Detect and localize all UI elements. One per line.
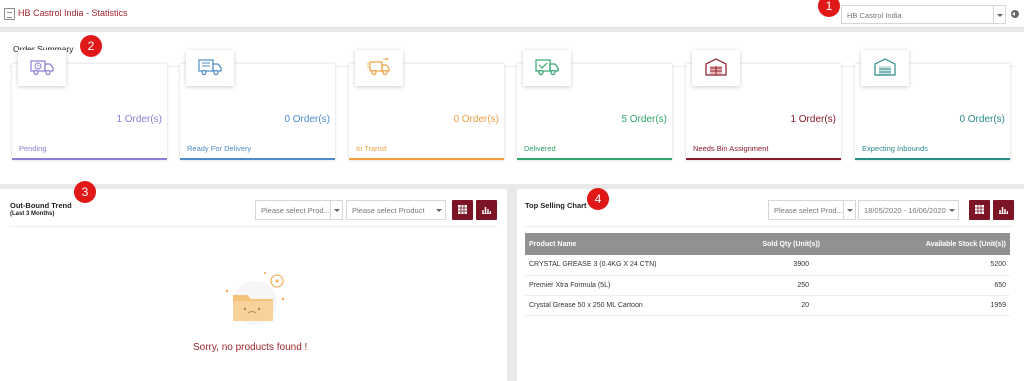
grid-icon — [975, 205, 984, 214]
chart-view-button[interactable] — [993, 200, 1014, 220]
clock-truck-icon — [18, 50, 66, 86]
card-bar — [855, 158, 1010, 160]
product-select-1[interactable]: Please select Prod... — [255, 200, 343, 220]
cell-sold-qty: 250 — [725, 275, 845, 296]
card-label: Delivered — [524, 144, 556, 153]
grid-icon — [458, 205, 467, 214]
card-expecting-inbounds[interactable]: 0 Order(s) Expecting Inbounds — [855, 50, 1010, 160]
warehouse-icon — [692, 50, 740, 86]
marker-4: 4 — [587, 188, 609, 210]
check-truck-icon — [523, 50, 571, 86]
card-bar — [349, 158, 504, 160]
bar-chart-icon — [482, 207, 491, 214]
chart-view-button[interactable] — [476, 200, 497, 220]
card-count: 1 Order(s) — [790, 114, 836, 125]
card-ready-for-delivery[interactable]: 0 Order(s) Ready For Delivery — [180, 50, 335, 160]
card-count: 1 Order(s) — [116, 114, 162, 125]
product-select-1-value: Please select Prod... — [261, 206, 330, 215]
bar-chart-icon — [999, 207, 1008, 214]
table-row[interactable]: CRYSTAL GREASE 3 (0.4KG X 24 CTN) 3900 5… — [525, 255, 1010, 276]
card-count: 0 Order(s) — [959, 114, 1005, 125]
cell-available-stock: 1959 — [845, 295, 1010, 316]
table-row[interactable]: Premier Xtra Formula (5L) 250 650 — [525, 275, 1010, 296]
top-selling-table: Product Name Sold Qty (Unit(s)) Availabl… — [525, 233, 1010, 316]
card-in-transit[interactable]: 0 Order(s) In Transit — [349, 50, 504, 160]
marker-3: 3 — [74, 181, 96, 203]
cell-product: CRYSTAL GREASE 3 (0.4KG X 24 CTN) — [525, 255, 725, 276]
card-label: Ready For Delivery — [187, 144, 252, 153]
company-select-value: HB Castrol India — [847, 11, 902, 20]
outbound-subtitle: (Last 3 Months) — [10, 211, 55, 217]
top-bar: HB Castrol India - Statistics HB Castrol… — [0, 0, 1024, 28]
moving-truck-icon — [355, 50, 403, 86]
col-header-product: Product Name — [525, 233, 725, 255]
card-label: Expecting Inbounds — [862, 144, 928, 153]
card-bar — [12, 158, 167, 160]
chevron-down-icon[interactable] — [843, 201, 855, 219]
divider — [525, 226, 1013, 227]
card-needs-bin-assignment[interactable]: 1 Order(s) Needs Bin Assignment — [686, 50, 841, 160]
table-header-row: Product Name Sold Qty (Unit(s)) Availabl… — [525, 233, 1010, 255]
cell-sold-qty: 20 — [725, 295, 845, 316]
divider — [9, 226, 497, 227]
top-selling-title: Top Selling Chart — [525, 201, 587, 210]
card-label: Needs Bin Assignment — [693, 144, 769, 153]
outbound-trend-panel: Out-Bound Trend (Last 3 Months) Please s… — [0, 189, 507, 381]
page-title: HB Castrol India - Statistics — [18, 8, 128, 18]
building-icon — [4, 8, 15, 20]
table-view-button[interactable] — [969, 200, 990, 220]
calendar-icon[interactable] — [946, 201, 958, 219]
col-header-available-stock: Available Stock (Unit(s)) — [845, 233, 1010, 255]
card-bar — [517, 158, 672, 160]
card-label: Pending — [19, 144, 47, 153]
cell-available-stock: 650 — [845, 275, 1010, 296]
product-select-value: Please select Prod... — [774, 206, 843, 215]
product-select-2[interactable]: Please select Product — [346, 200, 446, 220]
product-select-2-value: Please select Product — [352, 206, 425, 215]
date-range-value: 18/05/2020 - 16/06/2020 — [864, 206, 946, 215]
card-bar — [686, 158, 841, 160]
table-view-button[interactable] — [452, 200, 473, 220]
chevron-down-icon[interactable] — [993, 6, 1005, 23]
cell-product: Crystal Grease 50 x 250 ML Cartoon — [525, 295, 725, 316]
card-pending[interactable]: 1 Order(s) Pending — [12, 50, 167, 160]
empty-folder-icon — [225, 272, 285, 325]
inbound-warehouse-icon — [861, 50, 909, 86]
table-row[interactable]: Crystal Grease 50 x 250 ML Cartoon 20 19… — [525, 295, 1010, 316]
card-bar — [180, 158, 335, 160]
marker-2: 2 — [80, 35, 102, 57]
card-count: 0 Order(s) — [453, 114, 499, 125]
date-range-picker[interactable]: 18/05/2020 - 16/06/2020 — [858, 200, 959, 220]
outbound-title: Out-Bound Trend — [10, 201, 72, 210]
back-icon[interactable] — [1011, 10, 1019, 18]
card-count: 5 Order(s) — [621, 114, 667, 125]
top-selling-panel: Top Selling Chart Please select Prod... … — [517, 189, 1024, 381]
card-delivered[interactable]: 5 Order(s) Delivered — [517, 50, 672, 160]
card-count: 0 Order(s) — [284, 114, 330, 125]
card-label: In Transit — [356, 144, 387, 153]
cell-sold-qty: 3900 — [725, 255, 845, 276]
empty-message: Sorry, no products found ! — [193, 342, 308, 353]
cell-available-stock: 5200 — [845, 255, 1010, 276]
col-header-sold-qty: Sold Qty (Unit(s)) — [725, 233, 845, 255]
product-select[interactable]: Please select Prod... — [768, 200, 856, 220]
sort-icon[interactable] — [433, 201, 445, 219]
company-select[interactable]: HB Castrol India — [841, 5, 1006, 24]
cell-product: Premier Xtra Formula (5L) — [525, 275, 725, 296]
loaded-truck-icon — [186, 50, 234, 86]
chevron-down-icon[interactable] — [330, 201, 342, 219]
